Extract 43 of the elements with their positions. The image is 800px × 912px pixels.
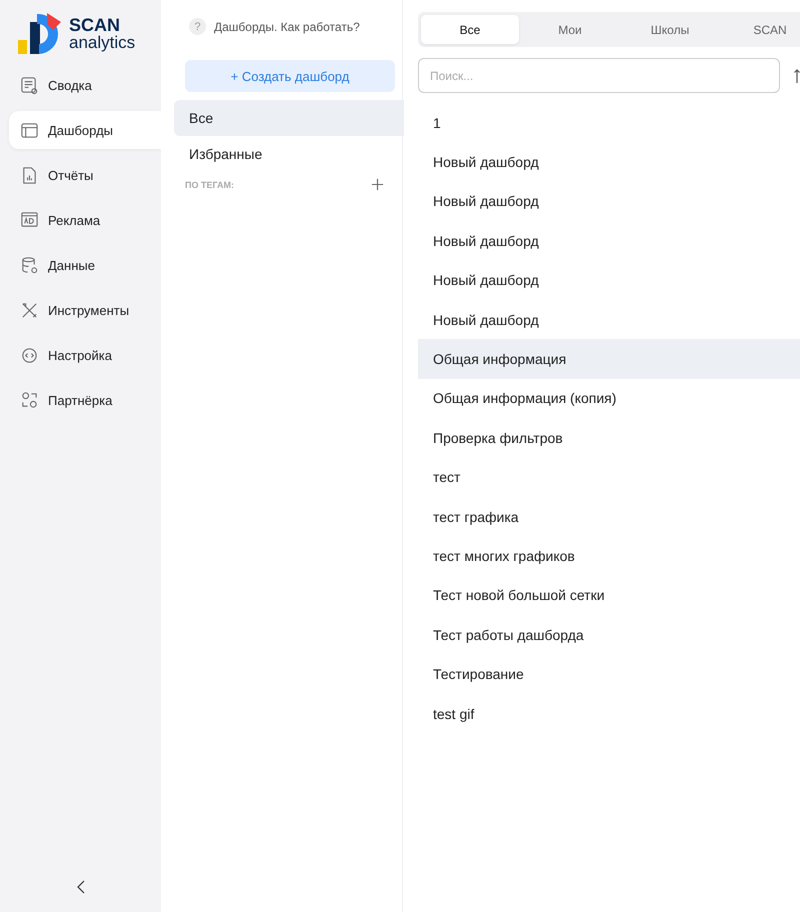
tags-heading: ПО ТЕГАМ: xyxy=(185,180,234,190)
dashboard-item[interactable]: test gif xyxy=(418,694,800,734)
sidebar-item[interactable]: Сводка xyxy=(9,66,161,104)
dashboard-item[interactable]: тест многих графиков xyxy=(418,536,800,576)
sidebar-item[interactable]: Партнёрка xyxy=(9,381,161,419)
sidebar-item[interactable]: Данные xyxy=(9,246,161,284)
dashboard-item[interactable]: Общая информация (копия) xyxy=(418,378,800,418)
sidebar-item[interactable]: Настройка xyxy=(9,336,161,374)
dashboard-item[interactable]: Новый дашборд xyxy=(418,142,800,182)
filter-item[interactable]: Все xyxy=(174,100,404,136)
dashboard-item[interactable]: Проверка фильтров xyxy=(418,418,800,458)
sidebar-item[interactable]: Дашборды xyxy=(9,111,161,149)
tab[interactable]: SCAN xyxy=(721,15,800,44)
collapse-chevron-icon[interactable] xyxy=(76,880,86,894)
sidebar-item[interactable]: Отчёты xyxy=(9,156,161,194)
dashboard-item[interactable]: Новый дашборд xyxy=(418,221,800,261)
dashboard-item[interactable]: Тестирование xyxy=(418,654,800,694)
tab[interactable]: Школы xyxy=(621,15,719,44)
logo-icon xyxy=(17,10,63,56)
dashboard-item[interactable]: Тест работы дашборда xyxy=(418,615,800,654)
logo-title: SCAN xyxy=(69,16,122,34)
sidebar-item[interactable]: Инструменты xyxy=(9,291,161,329)
dashboard-item[interactable]: 1 xyxy=(418,103,800,142)
create-dashboard-button[interactable]: + Создать дашборд xyxy=(185,60,395,92)
sort-icon[interactable] xyxy=(794,68,800,84)
dashboard-item[interactable]: Новый дашборд xyxy=(418,182,800,222)
help-link[interactable]: Дашборды. Как работать? xyxy=(214,20,360,34)
filter-item[interactable]: Избранные xyxy=(174,136,404,172)
search-field[interactable]: Поиск... xyxy=(418,58,780,93)
ad-window-icon xyxy=(20,210,39,230)
tab[interactable]: Мои xyxy=(521,15,619,44)
dashboard-item[interactable]: тест графика xyxy=(418,496,800,536)
dashboard-item[interactable]: Новый дашборд xyxy=(418,300,800,340)
logo-subtitle: analytics xyxy=(69,34,136,50)
layout-icon xyxy=(20,120,39,140)
dashboard-item[interactable]: Тест новой большой сетки xyxy=(418,576,800,616)
add-icon[interactable] xyxy=(371,178,384,191)
dashboard-item[interactable]: Новый дашборд xyxy=(418,260,800,300)
sidebar-item[interactable]: Реклама xyxy=(9,201,161,239)
tools-icon xyxy=(20,300,39,320)
dashboard-item[interactable]: тест xyxy=(418,458,800,497)
dashboard-item[interactable]: Общая информация xyxy=(418,339,800,379)
tab[interactable]: Все xyxy=(421,15,519,44)
